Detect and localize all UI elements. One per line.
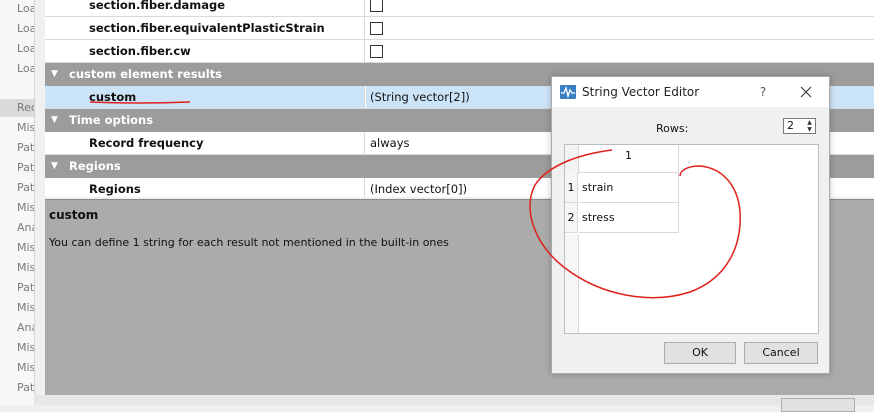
fiber-eq-plastic-strain-checkbox[interactable] xyxy=(370,22,383,35)
tree-item[interactable]: Mis xyxy=(17,239,34,257)
category-label: Regions xyxy=(69,159,121,173)
column-header[interactable]: 1 xyxy=(579,145,679,173)
tree-item[interactable]: Mis xyxy=(17,259,34,277)
rows-value[interactable]: 2 xyxy=(787,119,794,133)
tree-item[interactable]: Pat xyxy=(17,379,34,397)
row-header[interactable]: 2 xyxy=(565,203,578,233)
property-row-fiber-damage[interactable]: section.fiber.damage xyxy=(45,0,874,17)
collapse-arrow-icon[interactable]: ▼ xyxy=(51,63,58,86)
property-value[interactable] xyxy=(366,0,874,16)
tree-item[interactable]: Mis xyxy=(17,339,34,357)
rows-label: Rows: xyxy=(656,122,689,135)
string-vector-editor-dialog: String Vector Editor ? Rows: 2 ▲ ▼ 1 1 s… xyxy=(551,76,830,374)
property-name: section.fiber.damage xyxy=(45,0,365,16)
partial-button[interactable] xyxy=(781,398,855,412)
property-name: Record frequency xyxy=(45,132,365,154)
dialog-title: String Vector Editor xyxy=(582,85,700,99)
help-button[interactable]: ? xyxy=(754,77,772,107)
tree-item[interactable]: Pat xyxy=(17,279,34,297)
tree-item[interactable]: Loa xyxy=(17,40,34,58)
category-label: custom element results xyxy=(69,67,223,81)
tree-item[interactable]: Pat xyxy=(17,139,34,157)
rows-spinbox[interactable]: 2 ▲ ▼ xyxy=(783,118,816,134)
collapse-arrow-icon[interactable]: ▼ xyxy=(51,109,58,132)
property-value[interactable] xyxy=(366,40,874,62)
description-text: You can define 1 string for each result … xyxy=(49,236,449,249)
fiber-damage-checkbox[interactable] xyxy=(370,0,383,12)
property-row-fiber-cw[interactable]: section.fiber.cw xyxy=(45,40,874,63)
ok-button[interactable]: OK xyxy=(664,342,736,364)
tree-item[interactable]: Loa xyxy=(17,60,34,78)
bottom-bar xyxy=(34,395,874,405)
tree-item[interactable]: Pat xyxy=(17,159,34,177)
tree-item[interactable]: Pat xyxy=(17,179,34,197)
property-name: section.fiber.cw xyxy=(45,40,365,62)
row-header-area xyxy=(565,234,579,333)
table-cell[interactable]: strain xyxy=(579,173,679,203)
description-title: custom xyxy=(49,208,99,222)
tree-item[interactable]: Ana xyxy=(17,219,34,237)
dialog-titlebar[interactable]: String Vector Editor ? xyxy=(552,77,829,107)
project-tree-panel: Loa Loa Loa Loa Rec Mis Pat Pat Pat Mis … xyxy=(0,0,35,405)
tree-item[interactable]: Mis xyxy=(17,199,34,217)
string-vector-table: 1 1 strain 2 stress xyxy=(564,144,819,334)
spin-down-icon[interactable]: ▼ xyxy=(804,126,815,133)
tree-item[interactable]: Loa xyxy=(17,0,34,18)
property-name: Regions xyxy=(45,178,365,197)
property-name: custom xyxy=(45,86,365,108)
property-name: section.fiber.equivalentPlasticStrain xyxy=(45,17,365,39)
close-icon[interactable] xyxy=(798,84,814,100)
table-cell[interactable]: stress xyxy=(579,203,679,233)
row-header[interactable]: 1 xyxy=(565,173,578,203)
tree-item-selected[interactable]: Rec xyxy=(0,99,34,117)
category-label: Time options xyxy=(69,113,154,127)
tree-item[interactable]: Ana xyxy=(17,319,34,337)
tree-item[interactable]: Mis xyxy=(17,119,34,137)
tree-item[interactable]: Loa xyxy=(17,20,34,38)
tree-item[interactable]: Mis xyxy=(17,359,34,377)
collapse-arrow-icon[interactable]: ▼ xyxy=(51,155,58,178)
tree-item[interactable]: Mis xyxy=(17,299,34,317)
property-value[interactable] xyxy=(366,17,874,39)
property-row-fiber-eq-plastic-strain[interactable]: section.fiber.equivalentPlasticStrain xyxy=(45,17,874,40)
cancel-button[interactable]: Cancel xyxy=(744,342,818,364)
fiber-cw-checkbox[interactable] xyxy=(370,45,383,58)
table-corner[interactable] xyxy=(565,145,579,174)
app-icon xyxy=(560,85,576,99)
spin-up-icon[interactable]: ▲ xyxy=(804,119,815,126)
